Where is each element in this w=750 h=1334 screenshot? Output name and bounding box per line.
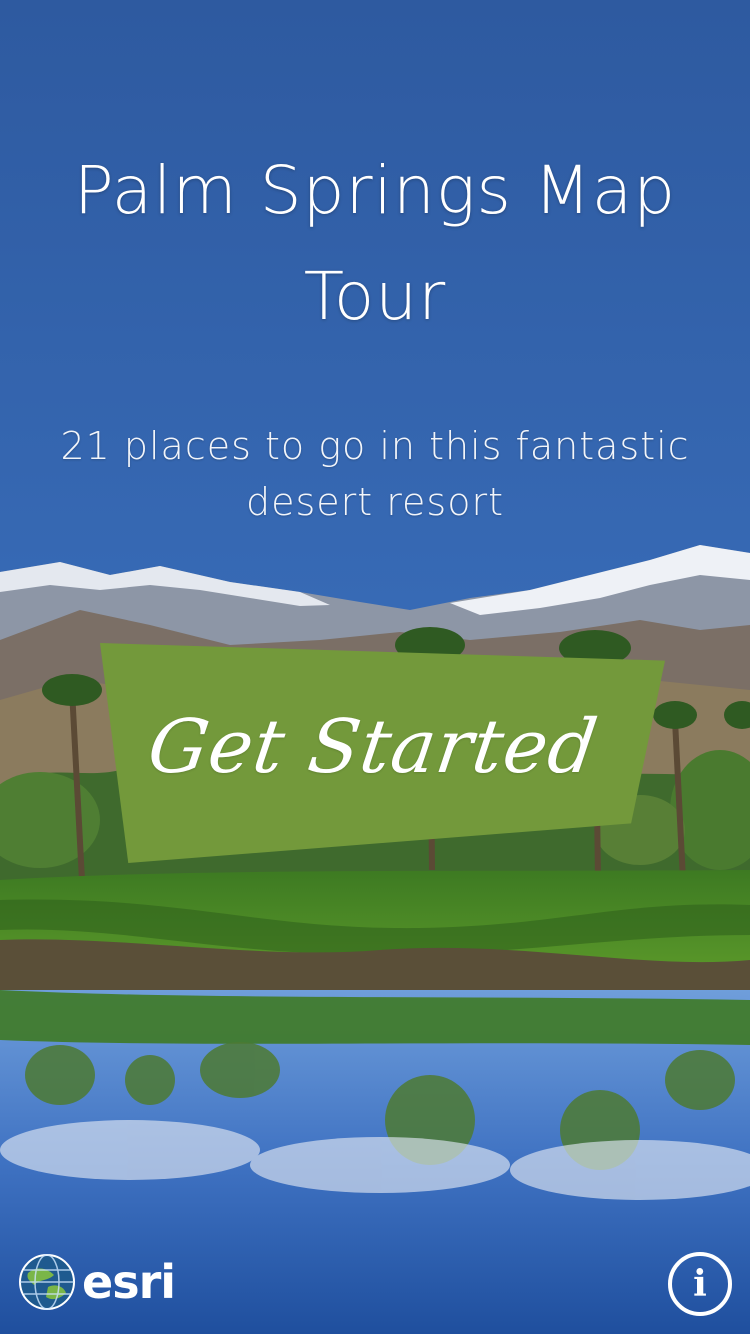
tour-title: Palm Springs Map Tour bbox=[0, 138, 750, 350]
esri-wordmark: esri bbox=[82, 1255, 176, 1309]
info-icon: i bbox=[693, 1263, 707, 1305]
get-started-label: Get Started bbox=[142, 704, 603, 790]
globe-icon bbox=[19, 1254, 75, 1310]
esri-logo[interactable]: esri bbox=[18, 1252, 176, 1312]
splash-screen: Palm Springs Map Tour 21 places to go in… bbox=[0, 0, 750, 1334]
tour-subtitle-line-2: desert resort bbox=[245, 480, 504, 524]
tour-title-line-1: Palm Springs Map bbox=[73, 152, 677, 229]
tour-title-line-2: Tour bbox=[303, 258, 447, 335]
info-button[interactable]: i bbox=[668, 1252, 732, 1316]
tour-subtitle: 21 places to go in this fantastic desert… bbox=[20, 418, 730, 530]
tour-subtitle-line-1: 21 places to go in this fantastic bbox=[60, 424, 690, 468]
